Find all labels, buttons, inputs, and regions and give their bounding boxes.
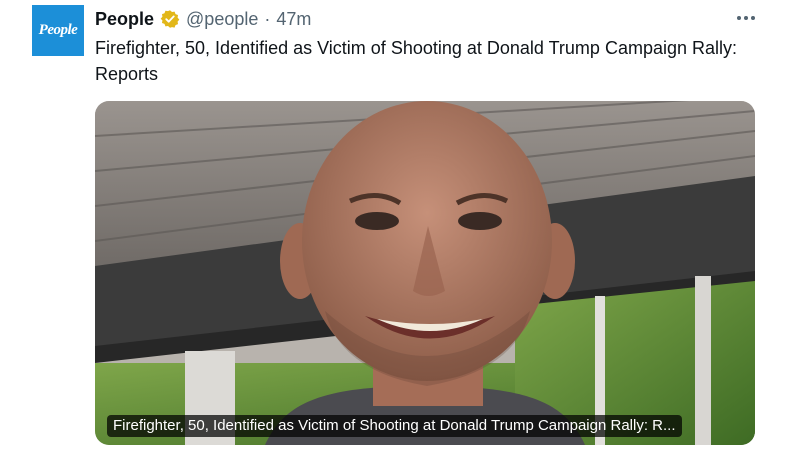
- tweet-text: Firefighter, 50, Identified as Victim of…: [95, 38, 737, 84]
- post-time[interactable]: 47m: [276, 7, 311, 31]
- author-handle[interactable]: @people: [186, 7, 258, 31]
- author-name[interactable]: People: [95, 7, 154, 31]
- tweet-media-card[interactable]: Firefighter, 50, Identified as Victim of…: [95, 101, 755, 445]
- avatar[interactable]: People: [32, 5, 84, 56]
- avatar-logo-text: People: [38, 22, 78, 38]
- more-options-icon[interactable]: [734, 6, 758, 30]
- media-card-title: Firefighter, 50, Identified as Victim of…: [107, 415, 682, 437]
- tweet-header: People @people · 47m: [95, 7, 311, 31]
- photo-image: [95, 101, 755, 445]
- header-separator: ·: [264, 9, 271, 29]
- verified-badge-icon: [160, 9, 180, 29]
